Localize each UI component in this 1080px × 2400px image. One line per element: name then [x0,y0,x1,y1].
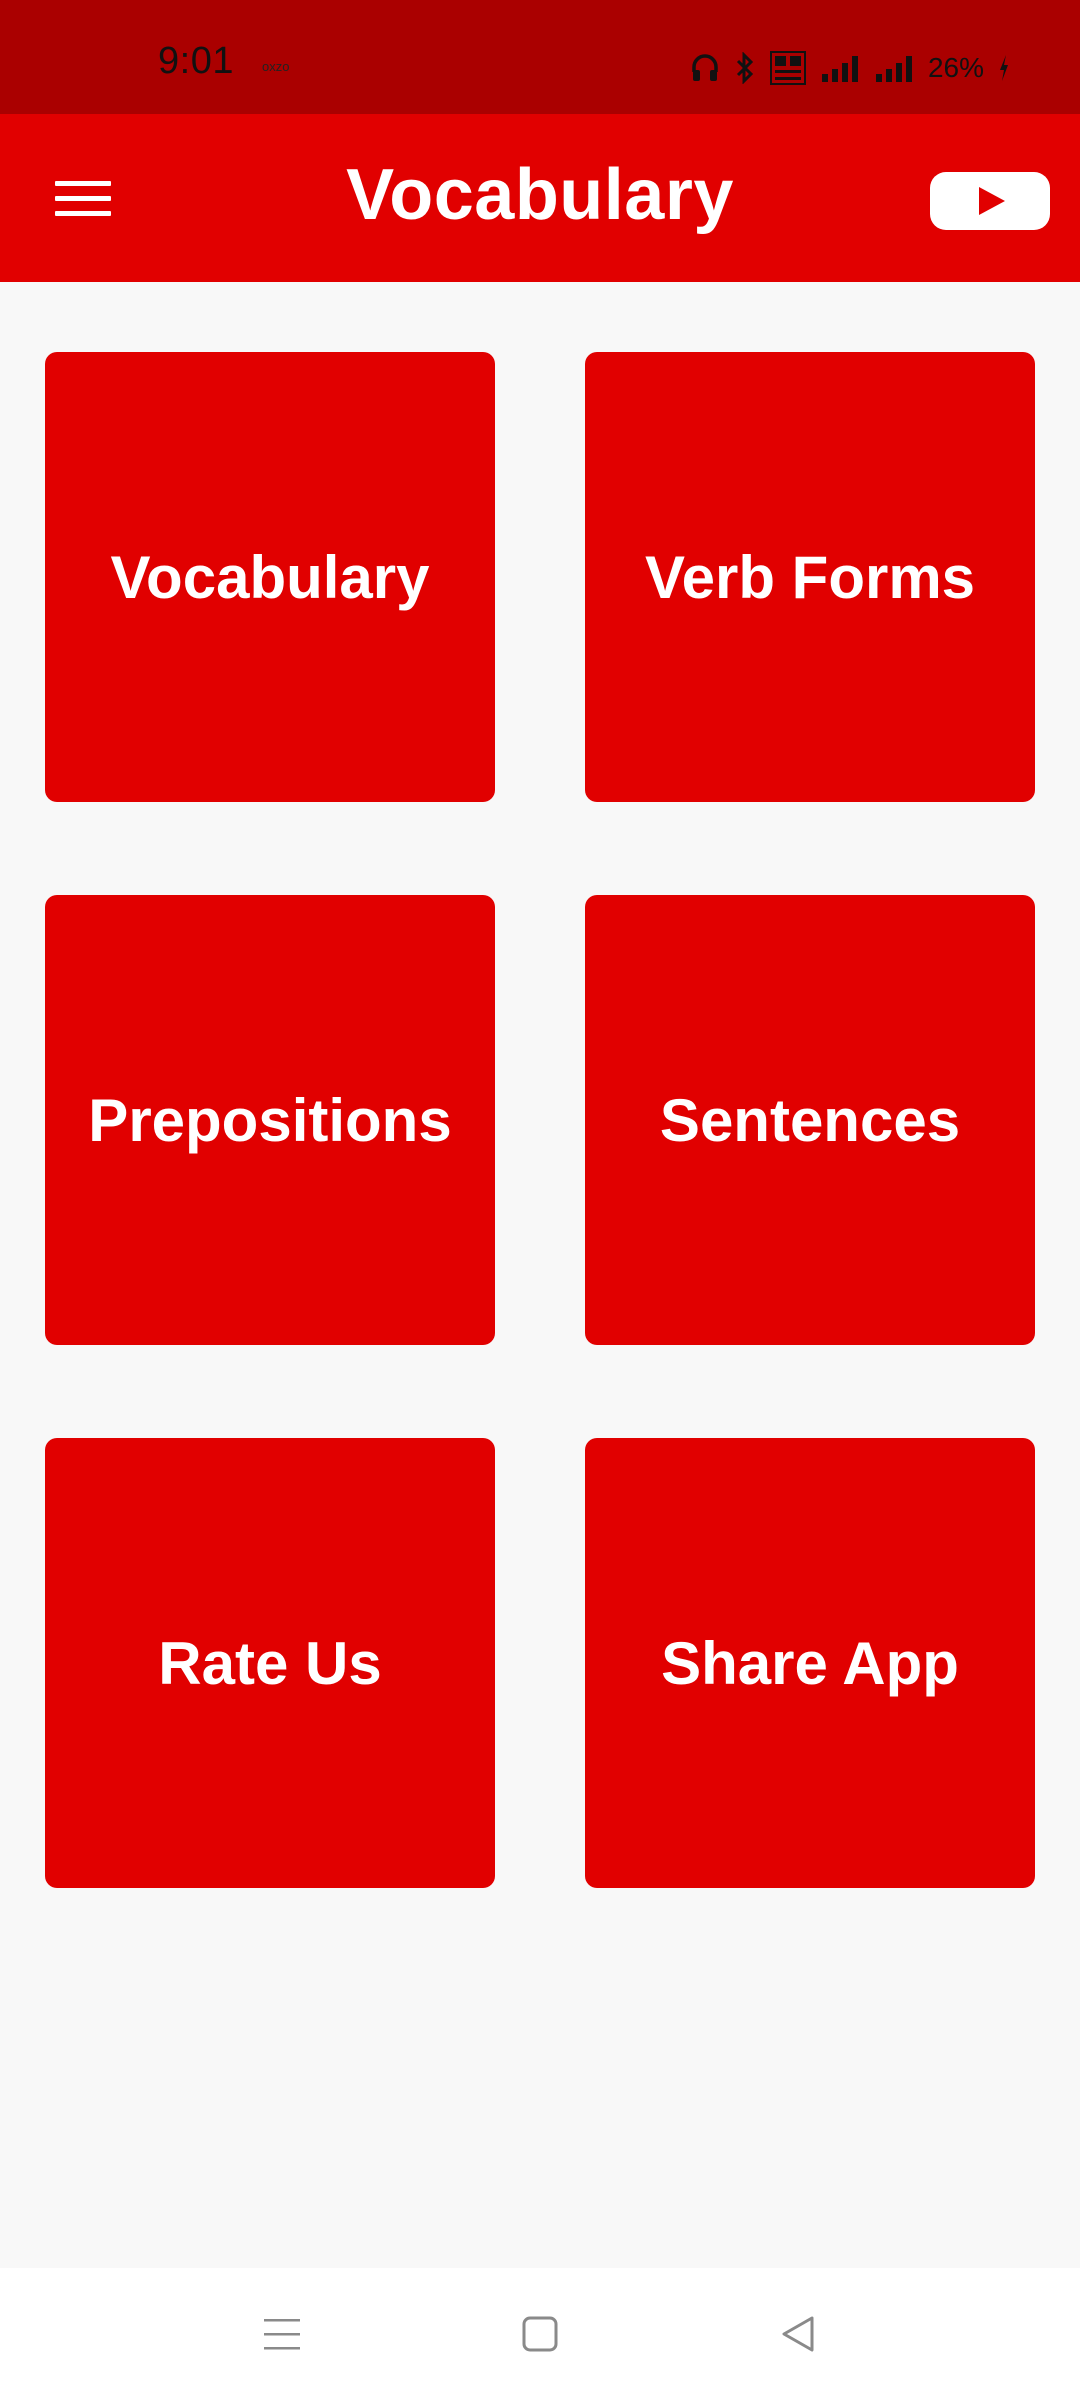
tile-share-app[interactable]: Share App [585,1438,1035,1888]
tile-vocabulary[interactable]: Vocabulary [45,352,495,802]
youtube-icon [930,172,1050,230]
tile-label: Share App [661,1629,959,1697]
back-button[interactable] [766,2304,830,2364]
status-time: 9:01 [158,40,234,82]
tile-label: Vocabulary [110,543,430,611]
status-bar: 9:01 oxzo 26% [0,0,1080,114]
signal-icon [820,52,860,84]
bluetooth-icon [734,52,756,84]
app-bar: Vocabulary [0,114,1080,282]
signal-icon [874,52,914,84]
status-notification-text: oxzo [262,59,290,74]
app-title: Vocabulary [346,155,734,235]
status-icons: 26% [690,48,1010,88]
tile-verb-forms[interactable]: Verb Forms [585,352,1035,802]
home-icon [522,2316,558,2352]
tile-label: Verb Forms [644,543,976,611]
youtube-button[interactable] [928,170,1052,232]
volte-icon [769,51,806,85]
system-nav-bar [0,2268,1080,2400]
battery-percentage: 26% [927,52,984,83]
recent-apps-icon [264,2319,300,2350]
tile-label: Sentences [659,1086,961,1154]
tile-prepositions[interactable]: Prepositions [45,895,495,1345]
headphones-icon [690,52,720,84]
recent-apps-button[interactable] [250,2304,314,2364]
charging-icon [998,53,1010,83]
home-button[interactable] [508,2304,572,2364]
tile-label: Rate Us [158,1629,382,1697]
tile-label: Prepositions [88,1086,452,1154]
back-icon [782,2316,814,2352]
tile-rate-us[interactable]: Rate Us [45,1438,495,1888]
tile-sentences[interactable]: Sentences [585,895,1035,1345]
